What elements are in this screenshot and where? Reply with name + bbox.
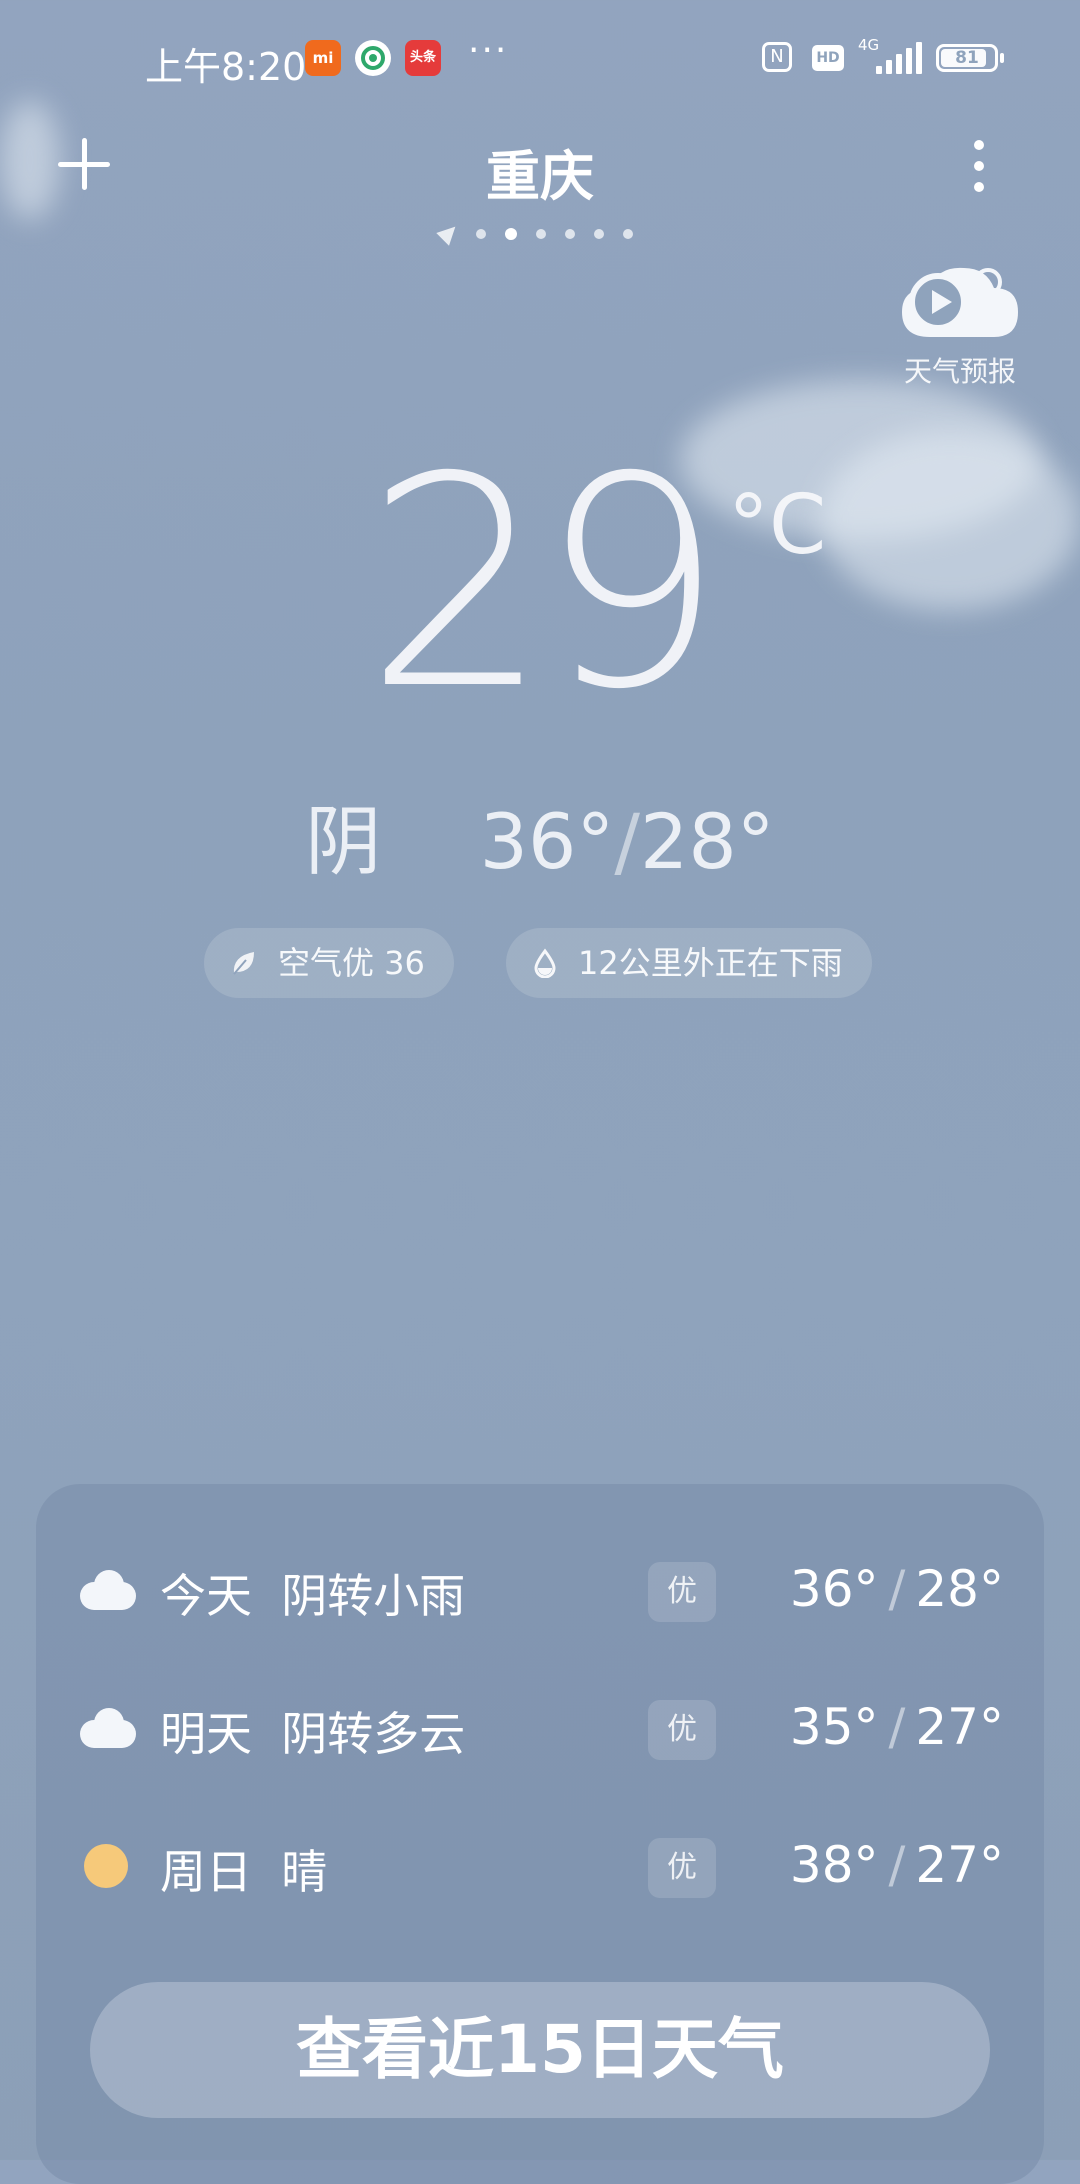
city-title: 重庆	[486, 145, 594, 208]
page-dot	[623, 229, 633, 239]
mi-app-icon: mi	[305, 40, 341, 76]
forecast-row[interactable]: 今天 阴转小雨 优 36°/28°	[36, 1542, 1044, 1642]
page-dot	[536, 229, 546, 239]
rain-alert-pill[interactable]: 12公里外正在下雨	[506, 928, 872, 998]
aqi-badge: 优	[648, 1838, 716, 1898]
temp-separator: /	[614, 797, 640, 886]
location-arrow-icon	[436, 220, 462, 246]
leaf-icon	[233, 952, 254, 975]
condition-text: 阴	[305, 797, 382, 886]
air-quality-pill[interactable]: 空气优 36	[204, 928, 454, 998]
forecast-temp-range: 36°/28°	[789, 1560, 1004, 1618]
page-dot-active	[505, 228, 517, 240]
cloud-icon	[80, 1570, 136, 1610]
page-dot	[594, 229, 604, 239]
signal-icon	[872, 42, 922, 74]
status-time: 上午8:20	[145, 45, 307, 89]
battery-icon: 81	[936, 44, 998, 72]
temperature-unit: °C	[728, 478, 827, 573]
low-temp: 28°	[639, 797, 775, 886]
battery-cap	[1000, 53, 1004, 63]
raindrop-icon	[534, 948, 556, 978]
status-bar: 上午8:20 mi 头条 ··· N HD 4G 81	[0, 0, 1080, 120]
nfc-icon: N	[762, 42, 792, 72]
page-dot	[476, 229, 486, 239]
condition-line: 阴 36°/28°	[0, 780, 1080, 890]
aqi-badge: 优	[648, 1700, 716, 1760]
forecast-day-text: 周日 晴	[160, 1845, 328, 1899]
forecast-day-text: 明天 阴转多云	[160, 1707, 466, 1761]
sun-icon	[80, 1844, 128, 1890]
more-options-button[interactable]	[970, 138, 988, 194]
weather-video-label: 天气预报	[903, 355, 1016, 388]
page-dot	[565, 229, 575, 239]
forecast-temp-range: 35°/27°	[789, 1698, 1004, 1756]
view-15-day-forecast-button[interactable]: 查看近15日天气	[90, 1982, 990, 2118]
more-notifications-icon: ···	[468, 30, 509, 71]
toutiao-icon: 头条	[405, 40, 441, 76]
battery-level: 81	[955, 48, 979, 68]
forecast-row[interactable]: 明天 阴转多云 优 35°/27°	[36, 1680, 1044, 1780]
cloud-icon	[80, 1708, 136, 1748]
forecast-temp-range: 38°/27°	[789, 1836, 1004, 1894]
high-temp: 36°	[479, 797, 615, 886]
current-temperature: 29	[365, 416, 724, 753]
china-mobile-icon	[355, 40, 391, 76]
hd-voice-icon: HD	[812, 45, 844, 71]
forecast-row[interactable]: 周日 晴 优 38°/27°	[36, 1818, 1044, 1918]
aqi-badge: 优	[648, 1562, 716, 1622]
air-quality-text: 空气优 36	[278, 944, 425, 982]
background-cloud	[820, 430, 1080, 610]
rain-alert-text: 12公里外正在下雨	[578, 944, 843, 982]
forecast-day-text: 今天 阴转小雨	[160, 1569, 466, 1623]
